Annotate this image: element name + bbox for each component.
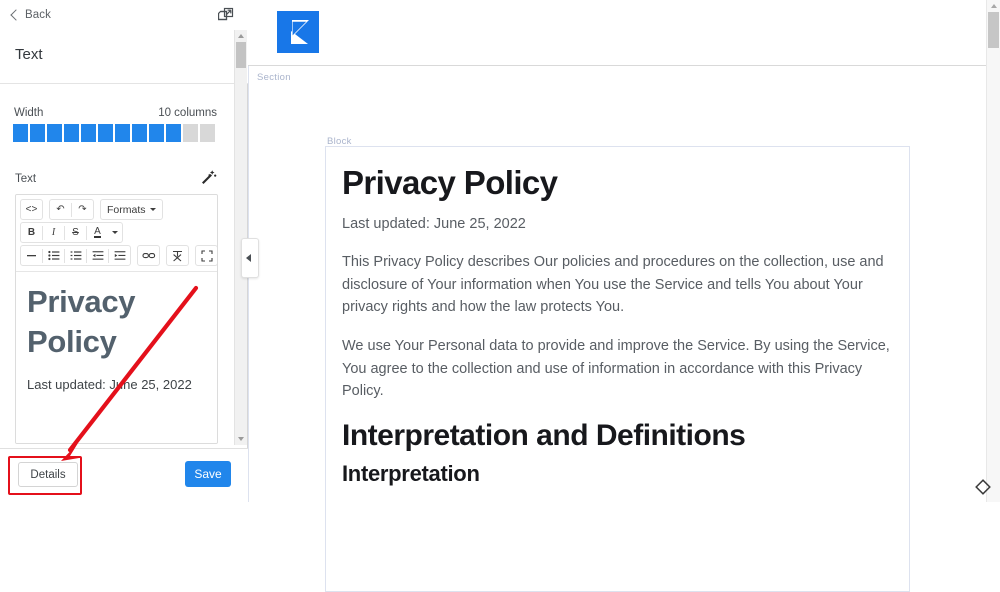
- strikethrough-icon[interactable]: S: [65, 223, 86, 242]
- app-window: Back Text Width 10 columns Text <> ↶ ↷ F…: [0, 0, 1000, 592]
- width-column-cell[interactable]: [47, 124, 62, 142]
- section-container[interactable]: Section Block Privacy Policy Last update…: [241, 66, 986, 592]
- width-column-cell[interactable]: [30, 124, 45, 142]
- sidebar-header: Back: [0, 0, 248, 30]
- italic-icon[interactable]: I: [43, 223, 64, 242]
- chevron-down-icon: [112, 231, 118, 234]
- back-button[interactable]: Back: [10, 6, 51, 24]
- chevron-down-icon: [149, 208, 156, 211]
- width-column-cell[interactable]: [98, 124, 113, 142]
- toolbar-group-history: ↶ ↷: [49, 199, 94, 220]
- toolbar-group-fullscreen: [195, 245, 217, 266]
- block-container[interactable]: Privacy Policy Last updated: June 25, 20…: [325, 146, 910, 592]
- editor-toolbar-row-2: B I S A: [20, 222, 214, 243]
- width-column-cell[interactable]: [13, 124, 28, 142]
- source-code-icon[interactable]: <>: [21, 200, 42, 219]
- panel-title-bar: Text: [0, 29, 248, 84]
- document-subsubheading: Interpretation: [342, 461, 480, 487]
- toolbar-group-link: [137, 245, 160, 266]
- bullet-list-icon[interactable]: [43, 246, 64, 265]
- width-column-selector[interactable]: [13, 124, 219, 142]
- bold-icon[interactable]: B: [21, 223, 42, 242]
- editor-toolbar-row-1: <> ↶ ↷ Formats: [20, 199, 214, 220]
- width-field-row: Width 10 columns: [14, 107, 217, 121]
- site-header: [248, 0, 1000, 66]
- text-color-letter: A: [94, 226, 101, 238]
- scroll-down-arrow-icon[interactable]: [238, 437, 244, 441]
- width-value: 10 columns: [158, 107, 217, 119]
- document-heading: Privacy Policy: [342, 164, 558, 201]
- magic-wand-icon[interactable]: [200, 169, 217, 186]
- undo-icon[interactable]: ↶: [50, 200, 71, 219]
- width-label: Width: [14, 107, 44, 119]
- horizontal-rule-icon[interactable]: [21, 246, 42, 265]
- width-column-cell[interactable]: [183, 124, 198, 142]
- page-preview-area: Section Block Privacy Policy Last update…: [241, 0, 1000, 592]
- back-button-label: Back: [25, 9, 51, 21]
- toolbar-group-clear: [166, 245, 189, 266]
- fullscreen-icon[interactable]: [196, 246, 217, 265]
- page-title: Text: [15, 46, 43, 63]
- triangle-left-icon: [246, 254, 251, 262]
- toolbar-group-formats: Formats: [100, 199, 163, 220]
- redo-icon[interactable]: ↷: [72, 200, 93, 219]
- scroll-up-arrow-icon[interactable]: [238, 34, 244, 38]
- text-color-icon[interactable]: A: [87, 223, 108, 242]
- formats-dropdown[interactable]: Formats: [101, 200, 162, 219]
- width-column-cell[interactable]: [166, 124, 181, 142]
- width-column-cell[interactable]: [81, 124, 96, 142]
- page-scrollbar[interactable]: [986, 0, 1000, 502]
- editor-paragraph: Last updated: June 25, 2022: [27, 377, 192, 393]
- open-in-new-icon[interactable]: [217, 7, 234, 23]
- diamond-outline-icon[interactable]: [974, 478, 992, 496]
- width-column-cell[interactable]: [149, 124, 164, 142]
- formats-dropdown-label: Formats: [107, 203, 146, 216]
- details-button[interactable]: Details: [18, 462, 78, 487]
- save-button[interactable]: Save: [185, 461, 231, 487]
- collapse-panel-icon[interactable]: [241, 238, 259, 278]
- indent-icon[interactable]: [109, 246, 130, 265]
- width-column-cell[interactable]: [115, 124, 130, 142]
- document-subheading: Interpretation and Definitions: [342, 418, 746, 452]
- toolbar-group-block: [20, 245, 131, 266]
- editor-toolbar-row-3: [20, 245, 217, 266]
- document-paragraph: We use Your Personal data to provide and…: [342, 337, 890, 400]
- outdent-icon[interactable]: [87, 246, 108, 265]
- rich-text-editor[interactable]: <> ↶ ↷ Formats B I S A Privacy Policy La…: [15, 194, 218, 444]
- scrollbar-thumb[interactable]: [988, 12, 999, 48]
- section-label: Section: [257, 72, 291, 83]
- width-column-cell[interactable]: [132, 124, 147, 142]
- numbered-list-icon[interactable]: [65, 246, 86, 265]
- properties-sidebar: Back Text Width 10 columns Text <> ↶ ↷ F…: [0, 0, 248, 502]
- width-column-cell[interactable]: [200, 124, 215, 142]
- kentico-k-logo-icon: [277, 11, 319, 53]
- toolbar-group-source: <>: [20, 199, 43, 220]
- editor-content-area[interactable]: Privacy Policy Last updated: June 25, 20…: [16, 272, 217, 443]
- width-column-cell[interactable]: [64, 124, 79, 142]
- toolbar-group-inline: B I S A: [20, 222, 123, 243]
- document-paragraph: This Privacy Policy describes Our polici…: [342, 254, 884, 316]
- chevron-left-icon: [10, 9, 22, 21]
- link-icon[interactable]: [138, 246, 159, 265]
- document-last-updated: Last updated: June 25, 2022: [342, 216, 526, 233]
- scroll-up-arrow-icon[interactable]: [990, 4, 997, 8]
- clear-formatting-icon[interactable]: [167, 246, 188, 265]
- text-color-dropdown-icon[interactable]: [108, 223, 122, 242]
- editor-toolbar: <> ↶ ↷ Formats B I S A: [16, 195, 217, 272]
- scrollbar-thumb[interactable]: [236, 42, 246, 68]
- text-field-label: Text: [15, 173, 37, 185]
- editor-heading: Privacy Policy: [27, 284, 136, 359]
- sidebar-footer: Details Save: [0, 448, 248, 502]
